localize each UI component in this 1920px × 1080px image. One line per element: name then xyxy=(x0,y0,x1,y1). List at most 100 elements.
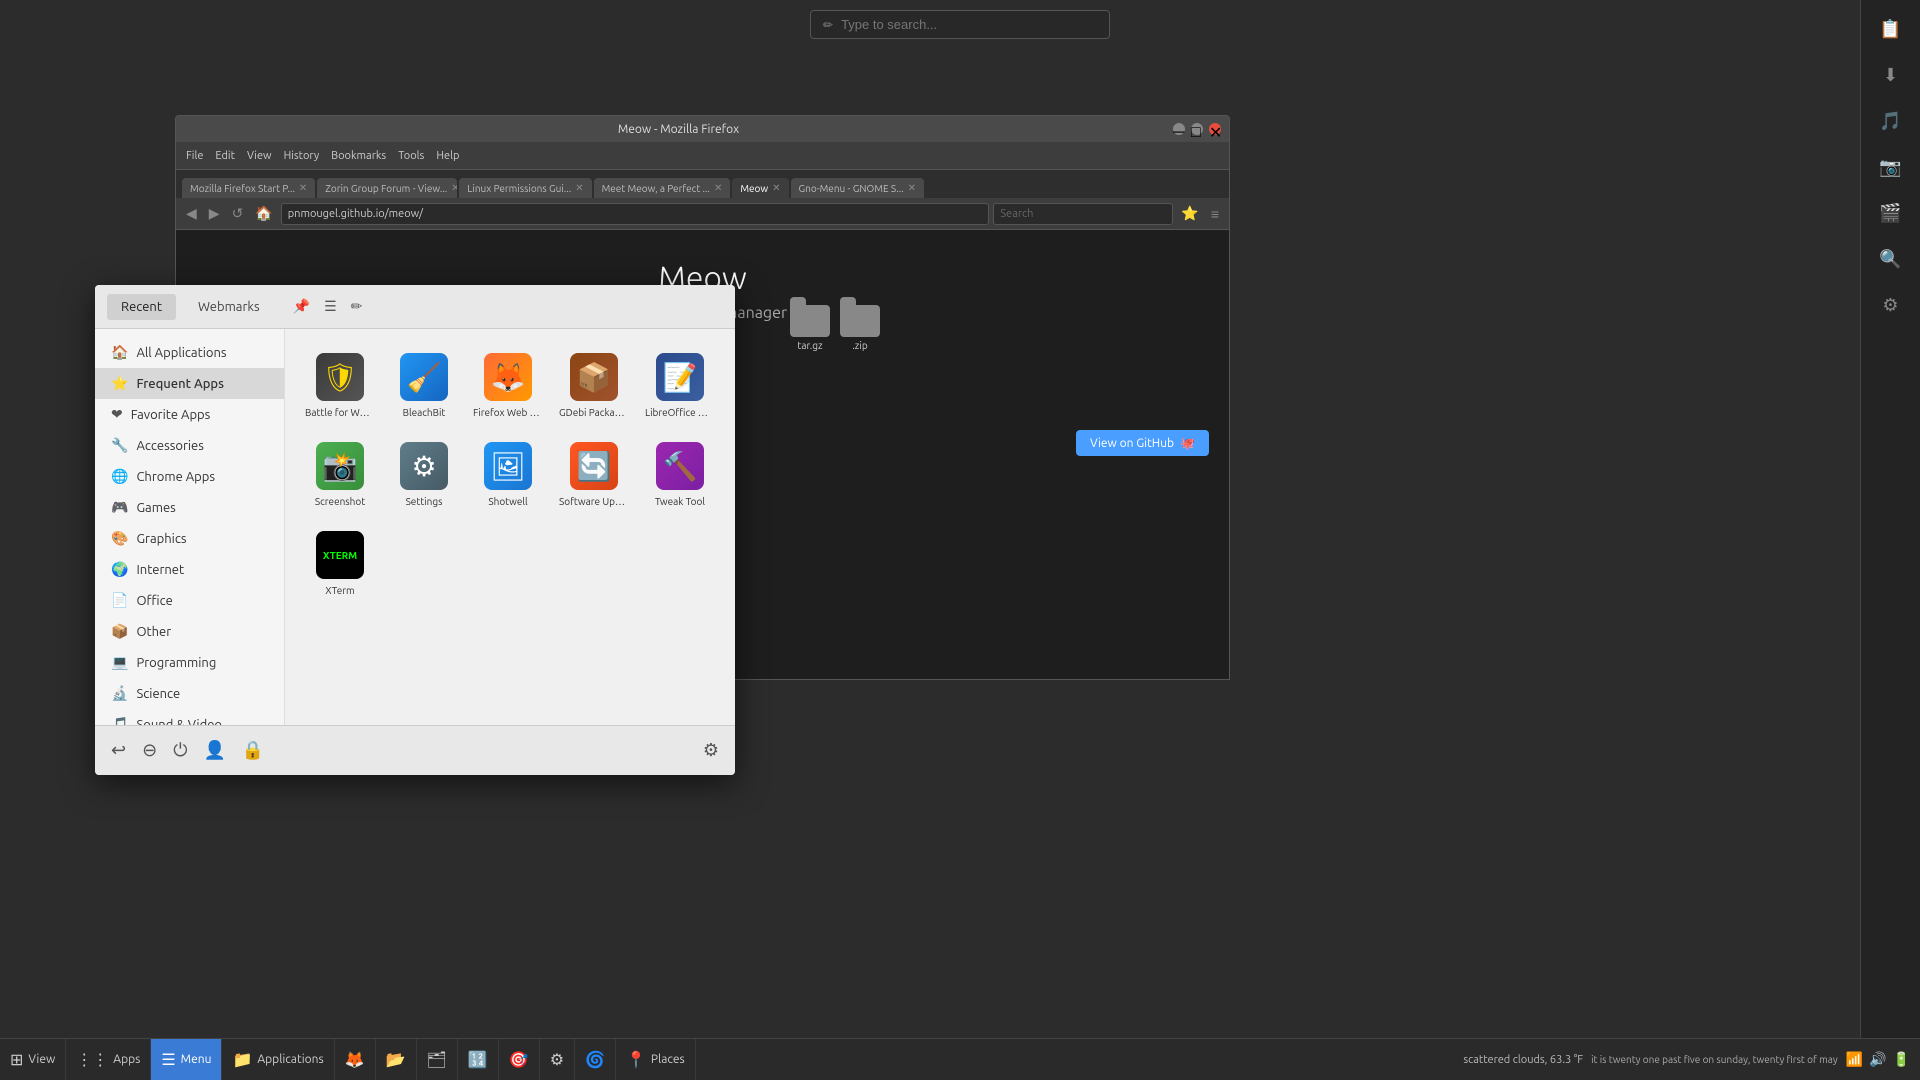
taskbar-view[interactable]: ⊞ View xyxy=(0,1039,66,1080)
nav-back[interactable]: ◀ xyxy=(182,203,201,224)
menu-bookmarks[interactable]: Bookmarks xyxy=(327,150,390,162)
app-xterm[interactable]: XTERM XTerm xyxy=(301,523,379,604)
sidebar-item-favorites[interactable]: ❤ Favorite Apps xyxy=(95,399,284,430)
footer-user-button[interactable]: 👤 xyxy=(203,740,225,761)
app-label-firefox: Firefox Web Browser xyxy=(473,407,543,418)
panel-camera-icon[interactable]: 📷 xyxy=(1870,146,1912,188)
menu-tools[interactable]: Tools xyxy=(394,150,428,162)
nav-home[interactable]: 🏠 xyxy=(251,203,276,224)
app-firefox[interactable]: 🦊 Firefox Web Browser xyxy=(469,345,547,426)
panel-music-icon[interactable]: 🎵 xyxy=(1870,100,1912,142)
taskbar-files[interactable]: 📂 xyxy=(376,1039,417,1080)
tab-close-5[interactable]: ✕ xyxy=(908,182,916,194)
menu-help[interactable]: Help xyxy=(432,150,463,162)
sidebar-item-internet[interactable]: 🌍 Internet xyxy=(95,554,284,585)
volume-icon[interactable]: 🔊 xyxy=(1869,1051,1886,1068)
taskbar-numpad[interactable]: 🔢 xyxy=(458,1039,499,1080)
tab-close-2[interactable]: ✕ xyxy=(575,182,583,194)
sidebar-item-games[interactable]: 🎮 Games xyxy=(95,492,284,523)
app-writer[interactable]: 📝 LibreOffice Writer xyxy=(641,345,719,426)
taskbar-applications[interactable]: 📁 Applications xyxy=(222,1039,334,1080)
app-battle-wesnoth[interactable]: 🛡 Battle for Wesno ... xyxy=(301,345,379,426)
footer-suspend-button[interactable]: ⊖ xyxy=(142,740,157,761)
taskbar-settings-icon: ⚙ xyxy=(550,1050,564,1069)
footer-power-button[interactable]: ⏻ xyxy=(173,740,187,761)
tab-5[interactable]: Gno-Menu - GNOME S...✕ xyxy=(791,178,924,198)
minimize-button[interactable]: ─ xyxy=(1173,123,1185,135)
tab-close-0[interactable]: ✕ xyxy=(299,182,307,194)
taskbar-settings[interactable]: ⚙ xyxy=(540,1039,575,1080)
battery-icon[interactable]: 🔋 xyxy=(1893,1051,1910,1068)
nav-forward[interactable]: ▶ xyxy=(205,203,224,224)
nav-reload[interactable]: ↺ xyxy=(228,203,248,224)
url-bar[interactable]: pnmougel.github.io/meow/ xyxy=(281,203,990,225)
taskbar-menu[interactable]: ☰ Menu xyxy=(151,1039,222,1080)
sidebar-item-graphics[interactable]: 🎨 Graphics xyxy=(95,523,284,554)
panel-search-icon[interactable]: 🔍 xyxy=(1870,238,1912,280)
edit-icon[interactable]: ✏ xyxy=(348,295,366,318)
footer-lock-button[interactable]: 🔒 xyxy=(242,740,264,761)
taskbar-filemanager[interactable]: 🗂 xyxy=(417,1039,458,1080)
menu-file[interactable]: File xyxy=(182,150,207,162)
app-screenshot[interactable]: 📸 Screenshot xyxy=(301,434,379,515)
maximize-button[interactable]: □ xyxy=(1191,123,1203,135)
taskbar-apps[interactable]: ⋮⋮ Apps xyxy=(66,1039,151,1080)
header-search-area[interactable] xyxy=(381,299,723,314)
tab-webmarks[interactable]: Webmarks xyxy=(184,294,274,320)
menu-view[interactable]: View xyxy=(243,150,276,162)
sidebar-item-chrome-apps[interactable]: 🌐 Chrome Apps xyxy=(95,461,284,492)
bookmark-icon[interactable]: ⭐ xyxy=(1177,203,1202,224)
app-shotwell[interactable]: 🖼 Shotwell xyxy=(469,434,547,515)
network-icon[interactable]: 📶 xyxy=(1846,1051,1863,1068)
sidebar-item-all-apps[interactable]: 🏠 All Applications xyxy=(95,337,284,368)
sidebar-item-accessories[interactable]: 🔧 Accessories xyxy=(95,430,284,461)
tab-0[interactable]: Mozilla Firefox Start P...✕ xyxy=(182,178,315,198)
tab-close-4[interactable]: ✕ xyxy=(772,182,780,194)
close-button[interactable]: ✕ xyxy=(1209,123,1221,135)
tab-recent[interactable]: Recent xyxy=(107,294,176,320)
taskbar-target[interactable]: 🎯 xyxy=(499,1039,540,1080)
taskbar-firefox[interactable]: 🦊 xyxy=(335,1039,376,1080)
folder-targz[interactable]: tar.gz xyxy=(790,305,830,351)
footer-undo-button[interactable]: ↩ xyxy=(111,740,126,761)
sidebar-item-frequent[interactable]: ⭐ Frequent Apps xyxy=(95,368,284,399)
folder-zip[interactable]: .zip xyxy=(840,305,880,351)
tab-3[interactable]: Meet Meow, a Perfect ...✕ xyxy=(594,178,731,198)
sidebar-item-office[interactable]: 📄 Office xyxy=(95,585,284,616)
search-input[interactable] xyxy=(841,17,1097,32)
panel-video-icon[interactable]: 🎬 xyxy=(1870,192,1912,234)
app-grid-area: 🛡 Battle for Wesno ... 🧹 BleachBit 🦊 Fir… xyxy=(285,329,735,725)
tab-2[interactable]: Linux Permissions Gui...✕ xyxy=(459,178,591,198)
sidebar-item-science[interactable]: 🔬 Science xyxy=(95,678,284,709)
github-button[interactable]: View on GitHub 🐙 xyxy=(1076,430,1209,456)
sidebar-item-programming[interactable]: 💻 Programming xyxy=(95,647,284,678)
tab-close-1[interactable]: ✕ xyxy=(451,182,457,194)
tab-1[interactable]: Zorin Group Forum - View...✕ xyxy=(317,178,457,198)
tab-meow[interactable]: Meow✕ xyxy=(732,178,788,198)
menu-history[interactable]: History xyxy=(280,150,324,162)
nav-menu-icon[interactable]: ≡ xyxy=(1207,204,1223,224)
browser-search-bar[interactable]: Search xyxy=(993,203,1173,225)
tab-close-3[interactable]: ✕ xyxy=(714,182,722,194)
sidebar-item-sound-video[interactable]: 🎵 Sound & Video xyxy=(95,709,284,725)
footer-gear-button[interactable]: ⚙ xyxy=(703,740,719,761)
taskbar-places[interactable]: 📍 Places xyxy=(616,1039,696,1080)
header-search-input[interactable] xyxy=(381,299,723,314)
sidebar-item-other[interactable]: 📦 Other xyxy=(95,616,284,647)
list-icon[interactable]: ☰ xyxy=(321,295,340,318)
pin-icon[interactable]: 📌 xyxy=(290,295,313,318)
panel-download-icon[interactable]: ⬇ xyxy=(1870,54,1912,96)
app-settings[interactable]: ⚙ Settings xyxy=(387,434,461,515)
taskbar-spinner[interactable]: 🌀 xyxy=(575,1039,616,1080)
menu-edit[interactable]: Edit xyxy=(211,150,239,162)
browser-titlebar: Meow - Mozilla Firefox ─ □ ✕ xyxy=(176,116,1229,142)
panel-notes-icon[interactable]: 📋 xyxy=(1870,8,1912,50)
app-tweak[interactable]: 🔨 Tweak Tool xyxy=(641,434,719,515)
search-bar-top[interactable]: ✏ xyxy=(810,10,1110,39)
panel-settings-icon[interactable]: ⚙ xyxy=(1870,284,1912,326)
app-gdebi[interactable]: 📦 GDebi Package Insta... xyxy=(555,345,633,426)
app-bleachbit[interactable]: 🧹 BleachBit xyxy=(387,345,461,426)
programming-icon: 💻 xyxy=(111,654,128,671)
app-updater[interactable]: 🔄 Software Updater xyxy=(555,434,633,515)
taskbar-files-icon: 📂 xyxy=(386,1050,406,1069)
